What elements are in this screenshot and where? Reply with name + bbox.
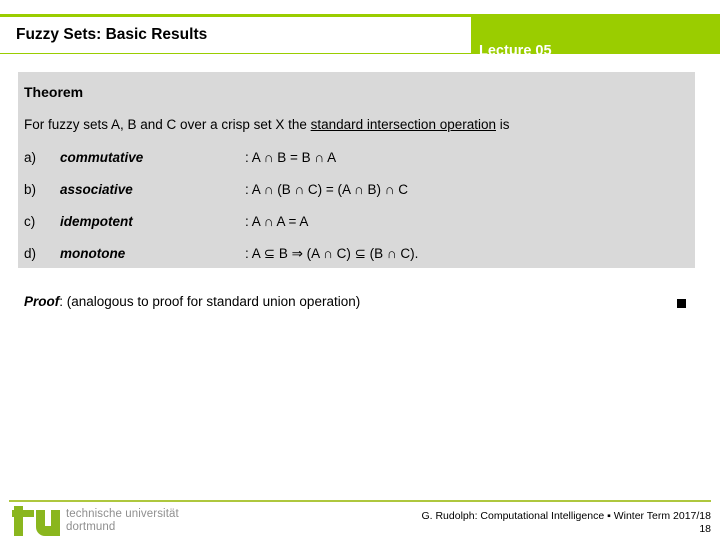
- list-item-name: idempotent: [60, 214, 133, 229]
- list-item-name: commutative: [60, 150, 144, 165]
- proof-line: Proof: (analogous to proof for standard …: [24, 294, 360, 309]
- list-item-marker: c): [24, 214, 36, 229]
- list-item-name: monotone: [60, 246, 126, 261]
- list-item: a) commutative : A ∩ B = B ∩ A: [24, 150, 684, 182]
- list-item: c) idempotent : A ∩ A = A: [24, 214, 684, 246]
- proof-text: (analogous to proof for standard union o…: [66, 294, 361, 309]
- proof-label: Proof: [24, 294, 60, 309]
- tu-logo-line2: dortmund: [66, 521, 116, 533]
- footer-divider: [9, 500, 711, 502]
- qed-square-icon: [677, 299, 686, 308]
- list-item-marker: d): [24, 246, 37, 261]
- header-lecture-label: Lecture 05: [479, 43, 552, 59]
- theorem-statement-post: is: [496, 117, 510, 132]
- list-item-formula: : A ∩ B = B ∩ A: [245, 150, 337, 165]
- theorem-property-list: a) commutative : A ∩ B = B ∩ A b) associ…: [24, 150, 684, 278]
- theorem-statement-emphasis: standard intersection operation: [310, 117, 496, 132]
- list-item-marker: a): [24, 150, 37, 165]
- list-item-marker: b): [24, 182, 37, 197]
- list-item-name: associative: [60, 182, 133, 197]
- list-item-formula: : A ⊆ B ⇒ (A ∩ C) ⊆ (B ∩ C).: [245, 246, 419, 261]
- theorem-statement-pre: For fuzzy sets A, B and C over a crisp s…: [24, 117, 311, 132]
- theorem-heading: Theorem: [24, 84, 84, 100]
- list-item-formula: : A ∩ A = A: [245, 214, 309, 229]
- tu-logo-icon: [12, 506, 60, 536]
- tu-logo-wordmark: technische universität dortmund: [66, 508, 179, 534]
- list-item-formula: : A ∩ (B ∩ C) = (A ∩ B) ∩ C: [245, 182, 408, 197]
- page-title: Fuzzy Sets: Basic Results: [16, 26, 208, 43]
- tu-dortmund-logo: technische universität dortmund: [12, 506, 222, 538]
- footer-page-number: 18: [699, 523, 711, 535]
- proof-separator: :: [59, 294, 67, 309]
- theorem-statement: For fuzzy sets A, B and C over a crisp s…: [24, 117, 510, 132]
- list-item: b) associative : A ∩ (B ∩ C) = (A ∩ B) ∩…: [24, 182, 684, 214]
- footer-credit: G. Rudolph: Computational Intelligence ▪…: [421, 510, 711, 522]
- list-item: d) monotone : A ⊆ B ⇒ (A ∩ C) ⊆ (B ∩ C).: [24, 246, 684, 278]
- tu-logo-line1: technische universität: [66, 508, 179, 520]
